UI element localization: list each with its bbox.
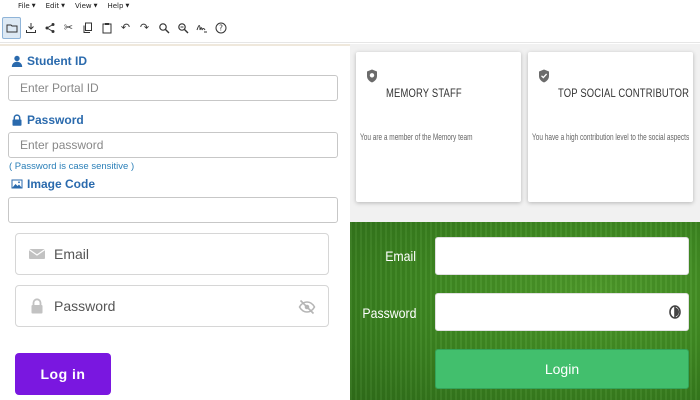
eye-slash-icon[interactable] — [668, 304, 682, 320]
menu-view-label: View — [75, 2, 92, 10]
password-label: Password — [11, 113, 84, 127]
card-title: TOP SOCIAL CONTRIBUTOR — [558, 88, 690, 100]
download-icon[interactable] — [21, 17, 40, 39]
email-input[interactable] — [435, 237, 689, 275]
password-placeholder: Password — [54, 298, 116, 314]
achievement-card-memory-staff: MEMORY STAFF You are a member of the Mem… — [356, 52, 521, 202]
user-icon — [11, 55, 23, 67]
password-hint: ( Password is case sensitive ) — [9, 161, 135, 172]
email-label: Email — [385, 248, 416, 264]
signature-icon[interactable] — [192, 17, 211, 39]
login-button[interactable]: Login — [435, 349, 689, 389]
menu-bar: File ▼ Edit ▼ View ▼ Help ▼ — [0, 0, 700, 12]
image-code-label: Image Code — [11, 177, 95, 191]
menu-help[interactable]: Help ▼ — [107, 2, 129, 10]
share-icon[interactable] — [40, 17, 59, 39]
card-description: You have a high contribution level to th… — [532, 132, 690, 142]
card-description: You are a member of the Memory team — [360, 132, 473, 142]
toolbar: ✂ ↶ ↷ ? — [0, 13, 700, 43]
zoom-out-icon[interactable] — [173, 17, 192, 39]
open-folder-icon[interactable] — [2, 16, 21, 39]
portal-id-input[interactable]: Enter Portal ID — [8, 75, 338, 101]
menu-view[interactable]: View ▼ — [75, 2, 97, 10]
login-form-green: Email Password Login — [350, 222, 700, 400]
card-title: MEMORY STAFF — [386, 88, 462, 100]
password-label: Password — [361, 305, 416, 321]
student-password-input[interactable]: Enter password — [8, 132, 338, 158]
lock-icon — [31, 298, 43, 314]
help-icon[interactable]: ? — [211, 17, 230, 39]
chevron-down-icon: ▼ — [125, 3, 130, 9]
email-field[interactable]: Email — [15, 233, 329, 275]
student-id-label: Student ID — [11, 54, 87, 68]
cut-icon[interactable]: ✂ — [59, 17, 78, 39]
achievement-card-top-social-contributor: TOP SOCIAL CONTRIBUTOR You have a high c… — [528, 52, 693, 202]
chevron-down-icon: ▼ — [93, 3, 98, 9]
login-button[interactable]: Log in — [15, 353, 111, 395]
menu-help-label: Help — [107, 2, 124, 10]
chevron-down-icon: ▼ — [31, 3, 36, 9]
image-code-label-text: Image Code — [27, 177, 96, 191]
password-field[interactable]: Password — [15, 285, 329, 327]
portal-id-placeholder: Enter Portal ID — [20, 81, 99, 95]
lock-icon — [12, 114, 22, 126]
student-id-label-text: Student ID — [27, 54, 87, 68]
paste-icon[interactable] — [97, 17, 116, 39]
chevron-down-icon: ▼ — [61, 3, 65, 9]
image-icon — [11, 179, 23, 189]
copy-icon[interactable] — [78, 17, 97, 39]
student-login-form: Student ID Enter Portal ID Password Ente… — [0, 44, 350, 228]
screen: File ▼ Edit ▼ View ▼ Help ▼ ✂ ↶ ↷ ? Stud… — [0, 0, 700, 400]
eye-slash-icon[interactable] — [298, 298, 316, 316]
password-label-text: Password — [27, 113, 84, 127]
shield-check-icon — [539, 69, 549, 83]
login-form-purple: Email Password Log in — [0, 228, 350, 400]
password-input[interactable] — [435, 293, 689, 331]
redo-icon[interactable]: ↷ — [135, 17, 154, 39]
menu-edit-label: Edit — [45, 2, 60, 10]
undo-icon[interactable]: ↶ — [116, 17, 135, 39]
envelope-icon — [28, 249, 46, 259]
shield-badge-icon — [367, 69, 377, 83]
zoom-in-icon[interactable] — [154, 17, 173, 39]
menu-edit[interactable]: Edit ▼ — [46, 2, 65, 10]
student-password-placeholder: Enter password — [20, 138, 104, 152]
svg-text:?: ? — [219, 23, 223, 32]
image-code-input[interactable] — [8, 197, 338, 223]
menu-file[interactable]: File ▼ — [18, 2, 36, 10]
email-placeholder: Email — [54, 246, 90, 262]
menu-file-label: File — [18, 2, 30, 10]
